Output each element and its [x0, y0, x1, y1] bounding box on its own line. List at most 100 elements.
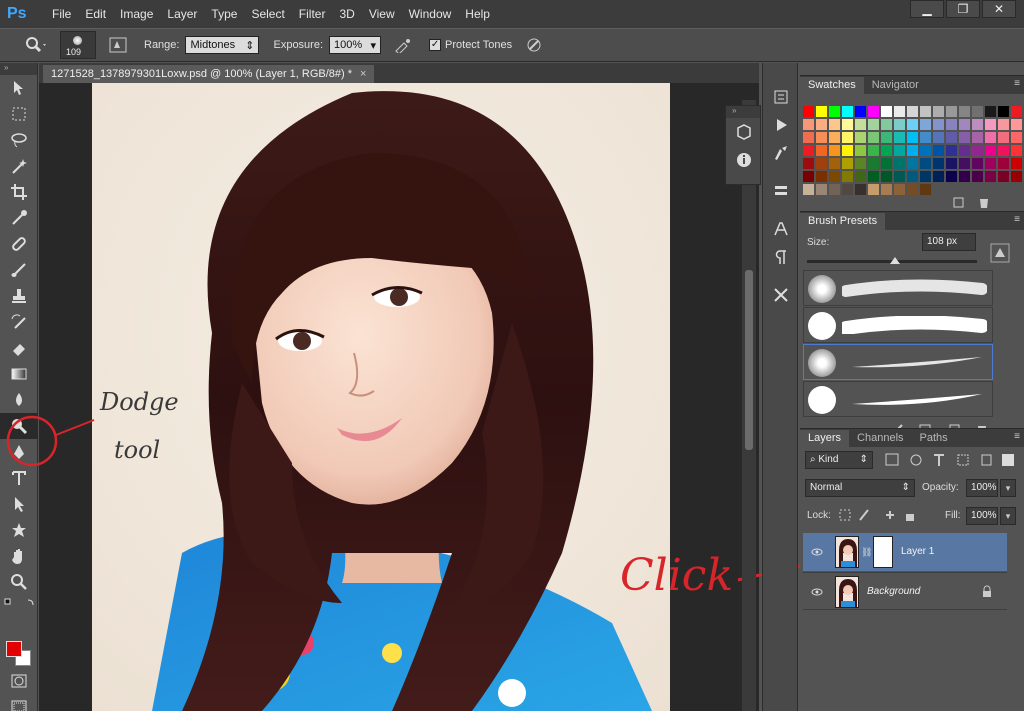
- foreground-color-swatch[interactable]: [6, 641, 22, 657]
- type-filter-icon[interactable]: [934, 454, 944, 466]
- menu-edit[interactable]: Edit: [78, 7, 113, 21]
- color-swatch[interactable]: [985, 158, 996, 169]
- color-swatch[interactable]: [816, 171, 827, 182]
- marquee-tool[interactable]: [0, 101, 38, 127]
- color-swatch[interactable]: [985, 119, 996, 130]
- color-swatch[interactable]: [829, 132, 840, 143]
- color-swatch[interactable]: [1011, 119, 1022, 130]
- color-swatch[interactable]: [933, 145, 944, 156]
- layer-row-layer-1[interactable]: ⛓ Layer 1: [803, 533, 1007, 571]
- menu-type[interactable]: Type: [204, 7, 244, 21]
- tool-presets-button[interactable]: [763, 139, 799, 167]
- scroll-thumb[interactable]: [745, 270, 753, 450]
- color-swatch[interactable]: [972, 145, 983, 156]
- color-swatch[interactable]: [946, 171, 957, 182]
- tools-panel-header[interactable]: »: [0, 63, 37, 75]
- color-swatch[interactable]: [803, 106, 814, 117]
- color-swatch[interactable]: [868, 106, 879, 117]
- blend-mode-select[interactable]: Normal ⇕: [805, 479, 915, 497]
- clone-source-button[interactable]: [763, 281, 799, 309]
- healing-brush-tool[interactable]: [0, 231, 38, 257]
- color-swatch[interactable]: [855, 158, 866, 169]
- color-swatch[interactable]: [972, 158, 983, 169]
- trash-icon[interactable]: [980, 199, 988, 208]
- color-swatch[interactable]: [907, 132, 918, 143]
- color-swatch[interactable]: [842, 119, 853, 130]
- color-swatch[interactable]: [972, 132, 983, 143]
- fill-field[interactable]: 100%: [966, 507, 998, 525]
- color-swatch[interactable]: [933, 132, 944, 143]
- color-swatch[interactable]: [946, 158, 957, 169]
- lock-image-icon[interactable]: [859, 509, 869, 521]
- color-swatch[interactable]: [920, 119, 931, 130]
- restore-button[interactable]: ❐: [946, 0, 980, 18]
- shape-tool[interactable]: [0, 517, 38, 543]
- tab-paths[interactable]: Paths: [912, 430, 956, 447]
- 3d-panel-button[interactable]: [726, 118, 762, 146]
- color-swatch[interactable]: [894, 158, 905, 169]
- color-swatch[interactable]: [881, 145, 892, 156]
- color-swatch[interactable]: [816, 184, 827, 195]
- clone-stamp-tool[interactable]: [0, 283, 38, 309]
- visibility-eye-icon[interactable]: [811, 546, 823, 558]
- zoom-tool[interactable]: [0, 569, 38, 595]
- color-swatch[interactable]: [933, 158, 944, 169]
- color-swatch[interactable]: [803, 184, 814, 195]
- color-swatch[interactable]: [998, 106, 1009, 117]
- color-swatch[interactable]: [920, 171, 931, 182]
- color-swatch[interactable]: [894, 132, 905, 143]
- airbrush-toggle[interactable]: [391, 33, 415, 57]
- color-swatch[interactable]: [972, 171, 983, 182]
- brush-preset-4[interactable]: [803, 381, 993, 417]
- visibility-eye-icon[interactable]: [811, 586, 823, 598]
- menu-select[interactable]: Select: [244, 7, 291, 21]
- crop-tool[interactable]: [0, 179, 38, 205]
- path-selection-tool[interactable]: [0, 491, 38, 517]
- color-swatch[interactable]: [881, 184, 892, 195]
- color-swatch[interactable]: [816, 158, 827, 169]
- layer-comps-button[interactable]: [763, 177, 799, 205]
- pressure-toggle[interactable]: [522, 33, 546, 57]
- color-swatch[interactable]: [855, 184, 866, 195]
- opacity-dropdown-icon[interactable]: ▾: [1000, 479, 1016, 497]
- protect-tones-checkbox[interactable]: ✓: [429, 39, 442, 51]
- color-swatch[interactable]: [842, 158, 853, 169]
- tab-channels[interactable]: Channels: [849, 430, 911, 447]
- color-swatch[interactable]: [855, 145, 866, 156]
- color-swatch[interactable]: [972, 119, 983, 130]
- color-swatch[interactable]: [985, 106, 996, 117]
- color-swatch[interactable]: [920, 145, 931, 156]
- color-swatch[interactable]: [842, 184, 853, 195]
- color-swatch[interactable]: [816, 132, 827, 143]
- color-swatch[interactable]: [998, 145, 1009, 156]
- smart-object-filter-icon[interactable]: [981, 454, 992, 466]
- brush-size-picker[interactable]: 109: [60, 31, 96, 59]
- paragraph-panel-button[interactable]: [763, 243, 799, 271]
- filter-toggle-icon[interactable]: [1002, 454, 1014, 466]
- color-swatch[interactable]: [894, 119, 905, 130]
- brush-preset-1[interactable]: [803, 270, 993, 306]
- color-swatch[interactable]: [868, 132, 879, 143]
- opacity-field[interactable]: 100%: [966, 479, 998, 497]
- color-swatch[interactable]: [933, 119, 944, 130]
- color-swatch[interactable]: [985, 145, 996, 156]
- color-swatch[interactable]: [959, 132, 970, 143]
- color-swatch[interactable]: [907, 158, 918, 169]
- color-swatch[interactable]: [998, 171, 1009, 182]
- color-swatch[interactable]: [998, 132, 1009, 143]
- brush-tool[interactable]: [0, 257, 38, 283]
- color-swatch[interactable]: [907, 119, 918, 130]
- color-swatch[interactable]: [946, 145, 957, 156]
- screen-mode-button[interactable]: [0, 694, 38, 711]
- panel-menu-icon[interactable]: ≡: [1014, 431, 1020, 442]
- color-swatch[interactable]: [881, 158, 892, 169]
- range-select[interactable]: Midtones ⇕: [185, 36, 260, 54]
- magic-wand-tool[interactable]: [0, 153, 38, 179]
- exposure-field[interactable]: 100% ▾: [329, 36, 382, 54]
- adjustment-filter-icon[interactable]: [910, 454, 922, 466]
- color-swatch[interactable]: [1011, 171, 1022, 182]
- color-swatch[interactable]: [842, 171, 853, 182]
- color-swatch[interactable]: [998, 119, 1009, 130]
- mini-panel-header[interactable]: »: [726, 106, 760, 118]
- lasso-tool[interactable]: [0, 127, 38, 153]
